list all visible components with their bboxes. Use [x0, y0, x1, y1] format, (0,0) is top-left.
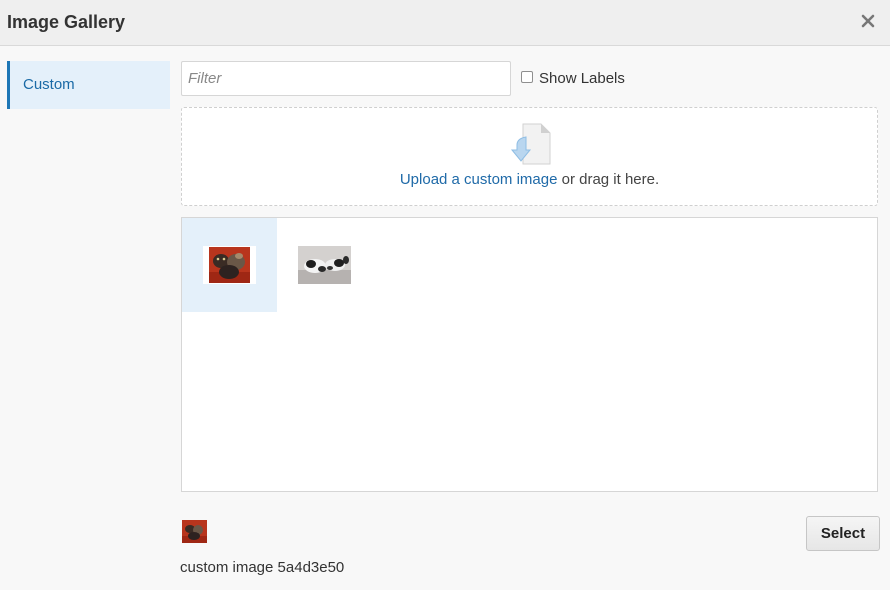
- gallery-item[interactable]: [277, 218, 372, 312]
- show-labels-toggle[interactable]: Show Labels: [521, 68, 625, 88]
- dialog-title: Image Gallery: [7, 12, 126, 32]
- sidebar-item-custom[interactable]: Custom: [7, 61, 170, 109]
- select-button[interactable]: Select: [806, 516, 880, 551]
- dialog-header: Image Gallery: [0, 0, 890, 46]
- dropzone-suffix: or drag it here.: [557, 171, 660, 188]
- close-icon: [861, 14, 875, 28]
- show-labels-label: Show Labels: [539, 69, 625, 87]
- upload-link[interactable]: Upload a custom image: [400, 171, 558, 188]
- sidebar-item-label: Custom: [23, 76, 75, 93]
- image-gallery-dialog: Image Gallery Custom Show Labels Upload …: [0, 0, 890, 590]
- gallery-item-selected[interactable]: [182, 218, 277, 312]
- filter-input[interactable]: [181, 61, 511, 96]
- close-button[interactable]: [860, 13, 876, 29]
- upload-dropzone[interactable]: Upload a custom image or drag it here.: [181, 107, 878, 206]
- selected-image-caption: custom image 5a4d3e50: [180, 559, 345, 576]
- black-white-cats-thumbnail: [298, 246, 351, 284]
- image-gallery-grid: [181, 217, 878, 492]
- upload-file-icon: [510, 123, 551, 165]
- red-cats-thumbnail: [203, 246, 256, 284]
- selected-image-preview: [182, 520, 207, 543]
- show-labels-checkbox[interactable]: [521, 70, 533, 83]
- dropzone-text: Upload a custom image or drag it here.: [182, 171, 877, 188]
